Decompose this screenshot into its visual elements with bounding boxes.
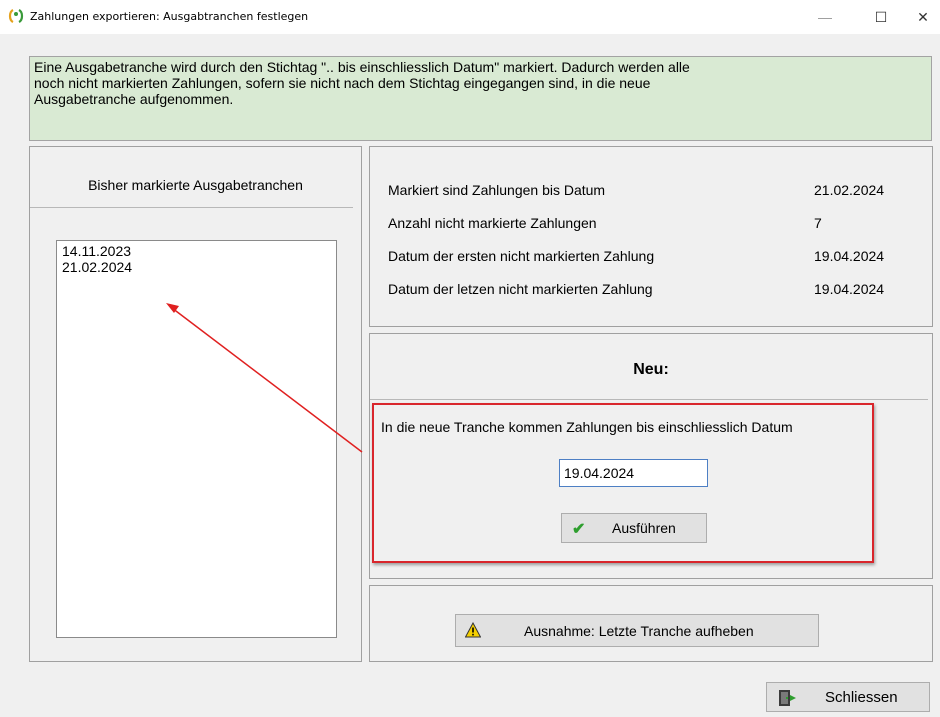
stat-label: Datum der letzen nicht markierten Zahlun… <box>388 281 653 297</box>
window-title: Zahlungen exportieren: Ausgabtranchen fe… <box>30 10 309 23</box>
marked-tranches-header: Bisher markierte Ausgabetranchen <box>88 177 303 193</box>
title-bar: Zahlungen exportieren: Ausgabtranchen fe… <box>0 0 940 34</box>
execute-button[interactable]: ✔ Ausführen <box>561 513 707 543</box>
info-box: Eine Ausgabetranche wird durch den Stich… <box>29 56 932 141</box>
stat-row: Datum der ersten nicht markierten Zahlun… <box>388 248 918 268</box>
marked-tranches-list[interactable]: 14.11.2023 21.02.2024 <box>56 240 337 638</box>
stat-label: Markiert sind Zahlungen bis Datum <box>388 182 606 198</box>
maximize-button[interactable]: ☐ <box>866 6 896 28</box>
new-tranche-description: In die neue Tranche kommen Zahlungen bis… <box>381 419 793 435</box>
stat-value: 21.02.2024 <box>814 182 885 198</box>
info-text-line: Ausgabetranche aufgenommen. <box>34 91 234 107</box>
stat-row: Anzahl nicht markierte Zahlungen 7 <box>388 215 918 235</box>
divider <box>370 399 928 400</box>
stat-value: 7 <box>814 215 822 231</box>
list-item[interactable]: 21.02.2024 <box>62 259 331 275</box>
close-button-label: Schliessen <box>825 689 898 706</box>
stat-value: 19.04.2024 <box>814 281 885 297</box>
undo-last-tranche-button[interactable]: Ausnahme: Letzte Tranche aufheben <box>455 614 819 647</box>
stat-row: Markiert sind Zahlungen bis Datum 21.02.… <box>388 182 918 202</box>
close-button[interactable]: Schliessen <box>766 682 930 712</box>
stat-value: 19.04.2024 <box>814 248 885 264</box>
divider <box>30 207 353 208</box>
close-window-button[interactable]: ✕ <box>908 6 938 28</box>
execute-button-label: Ausführen <box>612 520 676 536</box>
exit-door-icon <box>779 690 796 706</box>
app-logo-icon <box>8 9 24 23</box>
cutoff-date-input[interactable] <box>559 459 708 487</box>
warning-icon <box>465 622 481 638</box>
info-text-line: Eine Ausgabetranche wird durch den Stich… <box>34 59 690 75</box>
stat-label: Anzahl nicht markierte Zahlungen <box>388 215 597 231</box>
stat-row: Datum der letzen nicht markierten Zahlun… <box>388 281 918 301</box>
undo-last-tranche-label: Ausnahme: Letzte Tranche aufheben <box>524 623 754 639</box>
checkmark-icon: ✔ <box>572 521 586 538</box>
list-item[interactable]: 14.11.2023 <box>62 243 331 259</box>
stats-panel: Markiert sind Zahlungen bis Datum 21.02.… <box>369 146 933 327</box>
new-tranche-title: Neu: <box>633 361 669 378</box>
minimize-button[interactable]: — <box>810 6 840 28</box>
stat-label: Datum der ersten nicht markierten Zahlun… <box>388 248 655 264</box>
marked-tranches-panel: Bisher markierte Ausgabetranchen 14.11.2… <box>29 146 362 662</box>
info-text-line: noch nicht markierten Zahlungen, sofern … <box>34 75 651 91</box>
